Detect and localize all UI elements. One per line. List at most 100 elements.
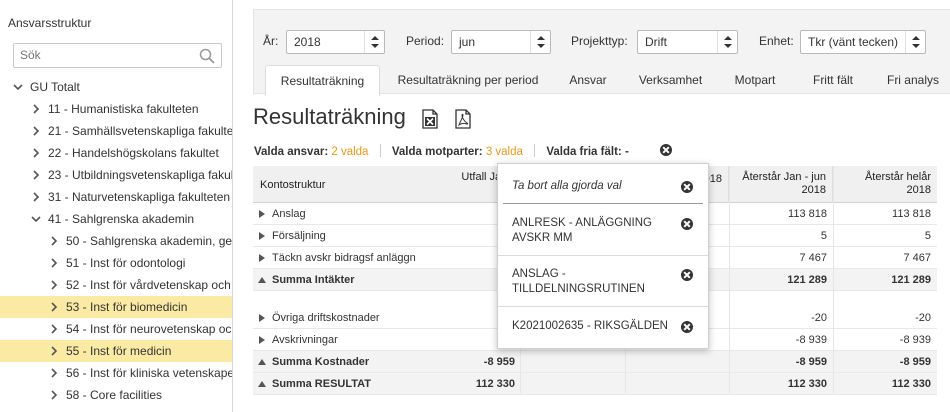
cell-value: 7 467	[799, 252, 827, 264]
tree-node-label: GU Totalt	[30, 80, 80, 94]
row-label: Övriga driftskostnader	[272, 312, 380, 324]
chevron-right-icon[interactable]	[30, 191, 42, 203]
expand-triangle-icon[interactable]	[258, 232, 266, 240]
expand-triangle-icon[interactable]	[258, 254, 266, 262]
tree-node[interactable]: 22 - Handelshögskolans fakultet	[0, 142, 232, 164]
table-row[interactable]: Summa RESULTAT 112 330 112 330 112 330	[253, 373, 937, 395]
tree-node-label: 55 - Inst för medicin	[66, 344, 172, 358]
column-header-label: Återstår Jan - jun	[742, 171, 826, 183]
cell-value: 5	[924, 230, 931, 242]
tree-node[interactable]: 23 - Utbildningsvetenskapliga fakulteten	[0, 164, 232, 186]
tree-node[interactable]: GU Totalt	[0, 76, 232, 98]
collapse-triangle-icon[interactable]	[258, 358, 266, 366]
tree-node[interactable]: 21 - Samhällsvetenskapliga fakulteten	[0, 120, 232, 142]
tree-node[interactable]: 51 - Inst för odontologi	[0, 252, 232, 274]
chevron-right-icon[interactable]	[48, 279, 60, 291]
clear-all-label[interactable]: Ta bort alla gjorda val	[512, 180, 622, 192]
search-input[interactable]	[20, 44, 190, 66]
chevron-right-icon[interactable]	[48, 323, 60, 335]
remove-item-icon[interactable]	[681, 218, 693, 230]
row-label: Summa Kostnader	[272, 356, 370, 368]
clear-all-icon[interactable]	[681, 181, 693, 193]
tab-fritt-falt[interactable]: Fritt fält	[797, 65, 869, 96]
spinner-arrows-icon[interactable]	[905, 31, 925, 53]
excel-export-icon[interactable]	[421, 109, 439, 129]
collapse-triangle-icon[interactable]	[258, 380, 266, 388]
column-divider	[833, 166, 834, 393]
remove-item-icon[interactable]	[681, 269, 693, 281]
row-label: Summa Intäkter	[272, 274, 355, 286]
tab-resultatrakning[interactable]: Resultaträkning	[265, 65, 380, 96]
cell-value: 112 330	[787, 378, 827, 390]
chevron-right-icon[interactable]	[48, 235, 60, 247]
divider	[379, 144, 381, 157]
tree-node-label: 31 - Naturvetenskapliga fakulteten	[48, 190, 231, 204]
tree-node[interactable]: 58 - Core facilities	[0, 384, 232, 406]
chevron-right-icon[interactable]	[48, 345, 60, 357]
spinner-arrows-icon[interactable]	[530, 31, 550, 53]
valda-ansvar-link[interactable]: 2 valda	[331, 146, 368, 158]
tree-node[interactable]: 54 - Inst för neurovetenskap och fysiolo…	[0, 318, 232, 340]
tree-node-label: 53 - Inst för biomedicin	[66, 300, 188, 314]
projekttyp-select[interactable]: Drift	[637, 30, 738, 54]
cell-value: 5	[820, 230, 827, 242]
cell-value: -8 939	[795, 334, 827, 346]
tree-node[interactable]: 52 - Inst för vårdvetenskap och hälsa	[0, 274, 232, 296]
year-select[interactable]: 2018	[286, 30, 385, 54]
collapse-triangle-icon[interactable]	[258, 276, 266, 284]
spinner-arrows-icon[interactable]	[364, 31, 384, 53]
tab-fri-analys[interactable]: Fri analys	[877, 65, 949, 96]
tree-node-label: 50 - Sahlgrenska akademin, gemensamt	[66, 234, 233, 248]
sidebar-search[interactable]	[13, 43, 222, 68]
chevron-right-icon[interactable]	[48, 389, 60, 401]
tree-node[interactable]: 50 - Sahlgrenska akademin, gemensamt	[0, 230, 233, 252]
expand-triangle-icon[interactable]	[258, 314, 266, 322]
tree-node[interactable]: 55 - Inst för medicin	[0, 340, 232, 362]
cell-value: -20	[915, 312, 931, 324]
row-label: Täckn avskr bidragsf anläggn	[272, 252, 416, 264]
tree-node[interactable]: 56 - Inst för kliniska vetenskaper	[0, 362, 232, 384]
filter-bar: År: 2018 Period: jun Projekttyp: Drift E…	[253, 9, 950, 96]
page-title: Resultaträkning	[253, 104, 406, 129]
chevron-right-icon[interactable]	[48, 301, 60, 313]
tab-ansvar[interactable]: Ansvar	[556, 65, 620, 96]
tree-node[interactable]: 31 - Naturvetenskapliga fakulteten	[0, 186, 232, 208]
chevron-right-icon[interactable]	[30, 125, 42, 137]
expand-triangle-icon[interactable]	[258, 336, 266, 344]
tree-node-label: 58 - Core facilities	[66, 388, 163, 402]
tab-resultatrakning-per-period[interactable]: Resultaträkning per period	[388, 65, 548, 96]
enhet-select[interactable]: Tkr (vänt tecken)	[800, 30, 926, 54]
remove-item-icon[interactable]	[681, 321, 693, 333]
chevron-right-icon[interactable]	[48, 257, 60, 269]
period-select[interactable]: jun	[451, 30, 551, 54]
chevron-right-icon[interactable]	[30, 169, 42, 181]
popover-item: ANLRESK - ANLÄGGNING AVSKR MM	[498, 205, 708, 256]
table-row[interactable]: Summa Kostnader -8 959 -8 959 -8 959	[253, 351, 937, 373]
clear-all-row[interactable]: Ta bort alla gjorda val	[503, 171, 703, 204]
sidebar-title: Ansvarsstruktur	[8, 16, 92, 30]
tree-node[interactable]: 53 - Inst för biomedicin	[0, 296, 232, 318]
clear-fria-falt-icon[interactable]	[660, 144, 672, 156]
tab-verksamhet[interactable]: Verksamhet	[628, 65, 713, 96]
row-label: Avskrivningar	[272, 334, 338, 346]
chevron-right-icon[interactable]	[48, 367, 60, 379]
chevron-down-icon[interactable]	[12, 81, 24, 93]
popover-item: K2021002635 - RIKSGÄLDEN	[498, 307, 708, 348]
chevron-right-icon[interactable]	[30, 147, 42, 159]
tree-node[interactable]: 11 - Humanistiska fakulteten	[0, 98, 232, 120]
expand-triangle-icon[interactable]	[258, 210, 266, 218]
spinner-arrows-icon[interactable]	[717, 31, 737, 53]
tree-node-label: 52 - Inst för vårdvetenskap och hälsa	[66, 278, 232, 292]
period-label: Period:	[406, 34, 445, 48]
tab-motpart[interactable]: Motpart	[721, 65, 789, 96]
popover-item-label: K2021002635 - RIKSGÄLDEN	[512, 320, 668, 332]
chevron-right-icon[interactable]	[30, 103, 42, 115]
sidebar: Ansvarsstruktur GU Totalt 11 - Humanistis…	[0, 0, 233, 412]
search-icon[interactable]	[199, 48, 215, 64]
cell-value: -8 959	[483, 356, 515, 368]
cell-value: -8 939	[899, 334, 931, 346]
tree-node[interactable]: 41 - Sahlgrenska akademin	[0, 208, 232, 230]
valda-motparter-link[interactable]: 3 valda	[486, 146, 523, 158]
pdf-export-icon[interactable]	[454, 109, 472, 129]
chevron-down-icon[interactable]	[30, 213, 42, 225]
